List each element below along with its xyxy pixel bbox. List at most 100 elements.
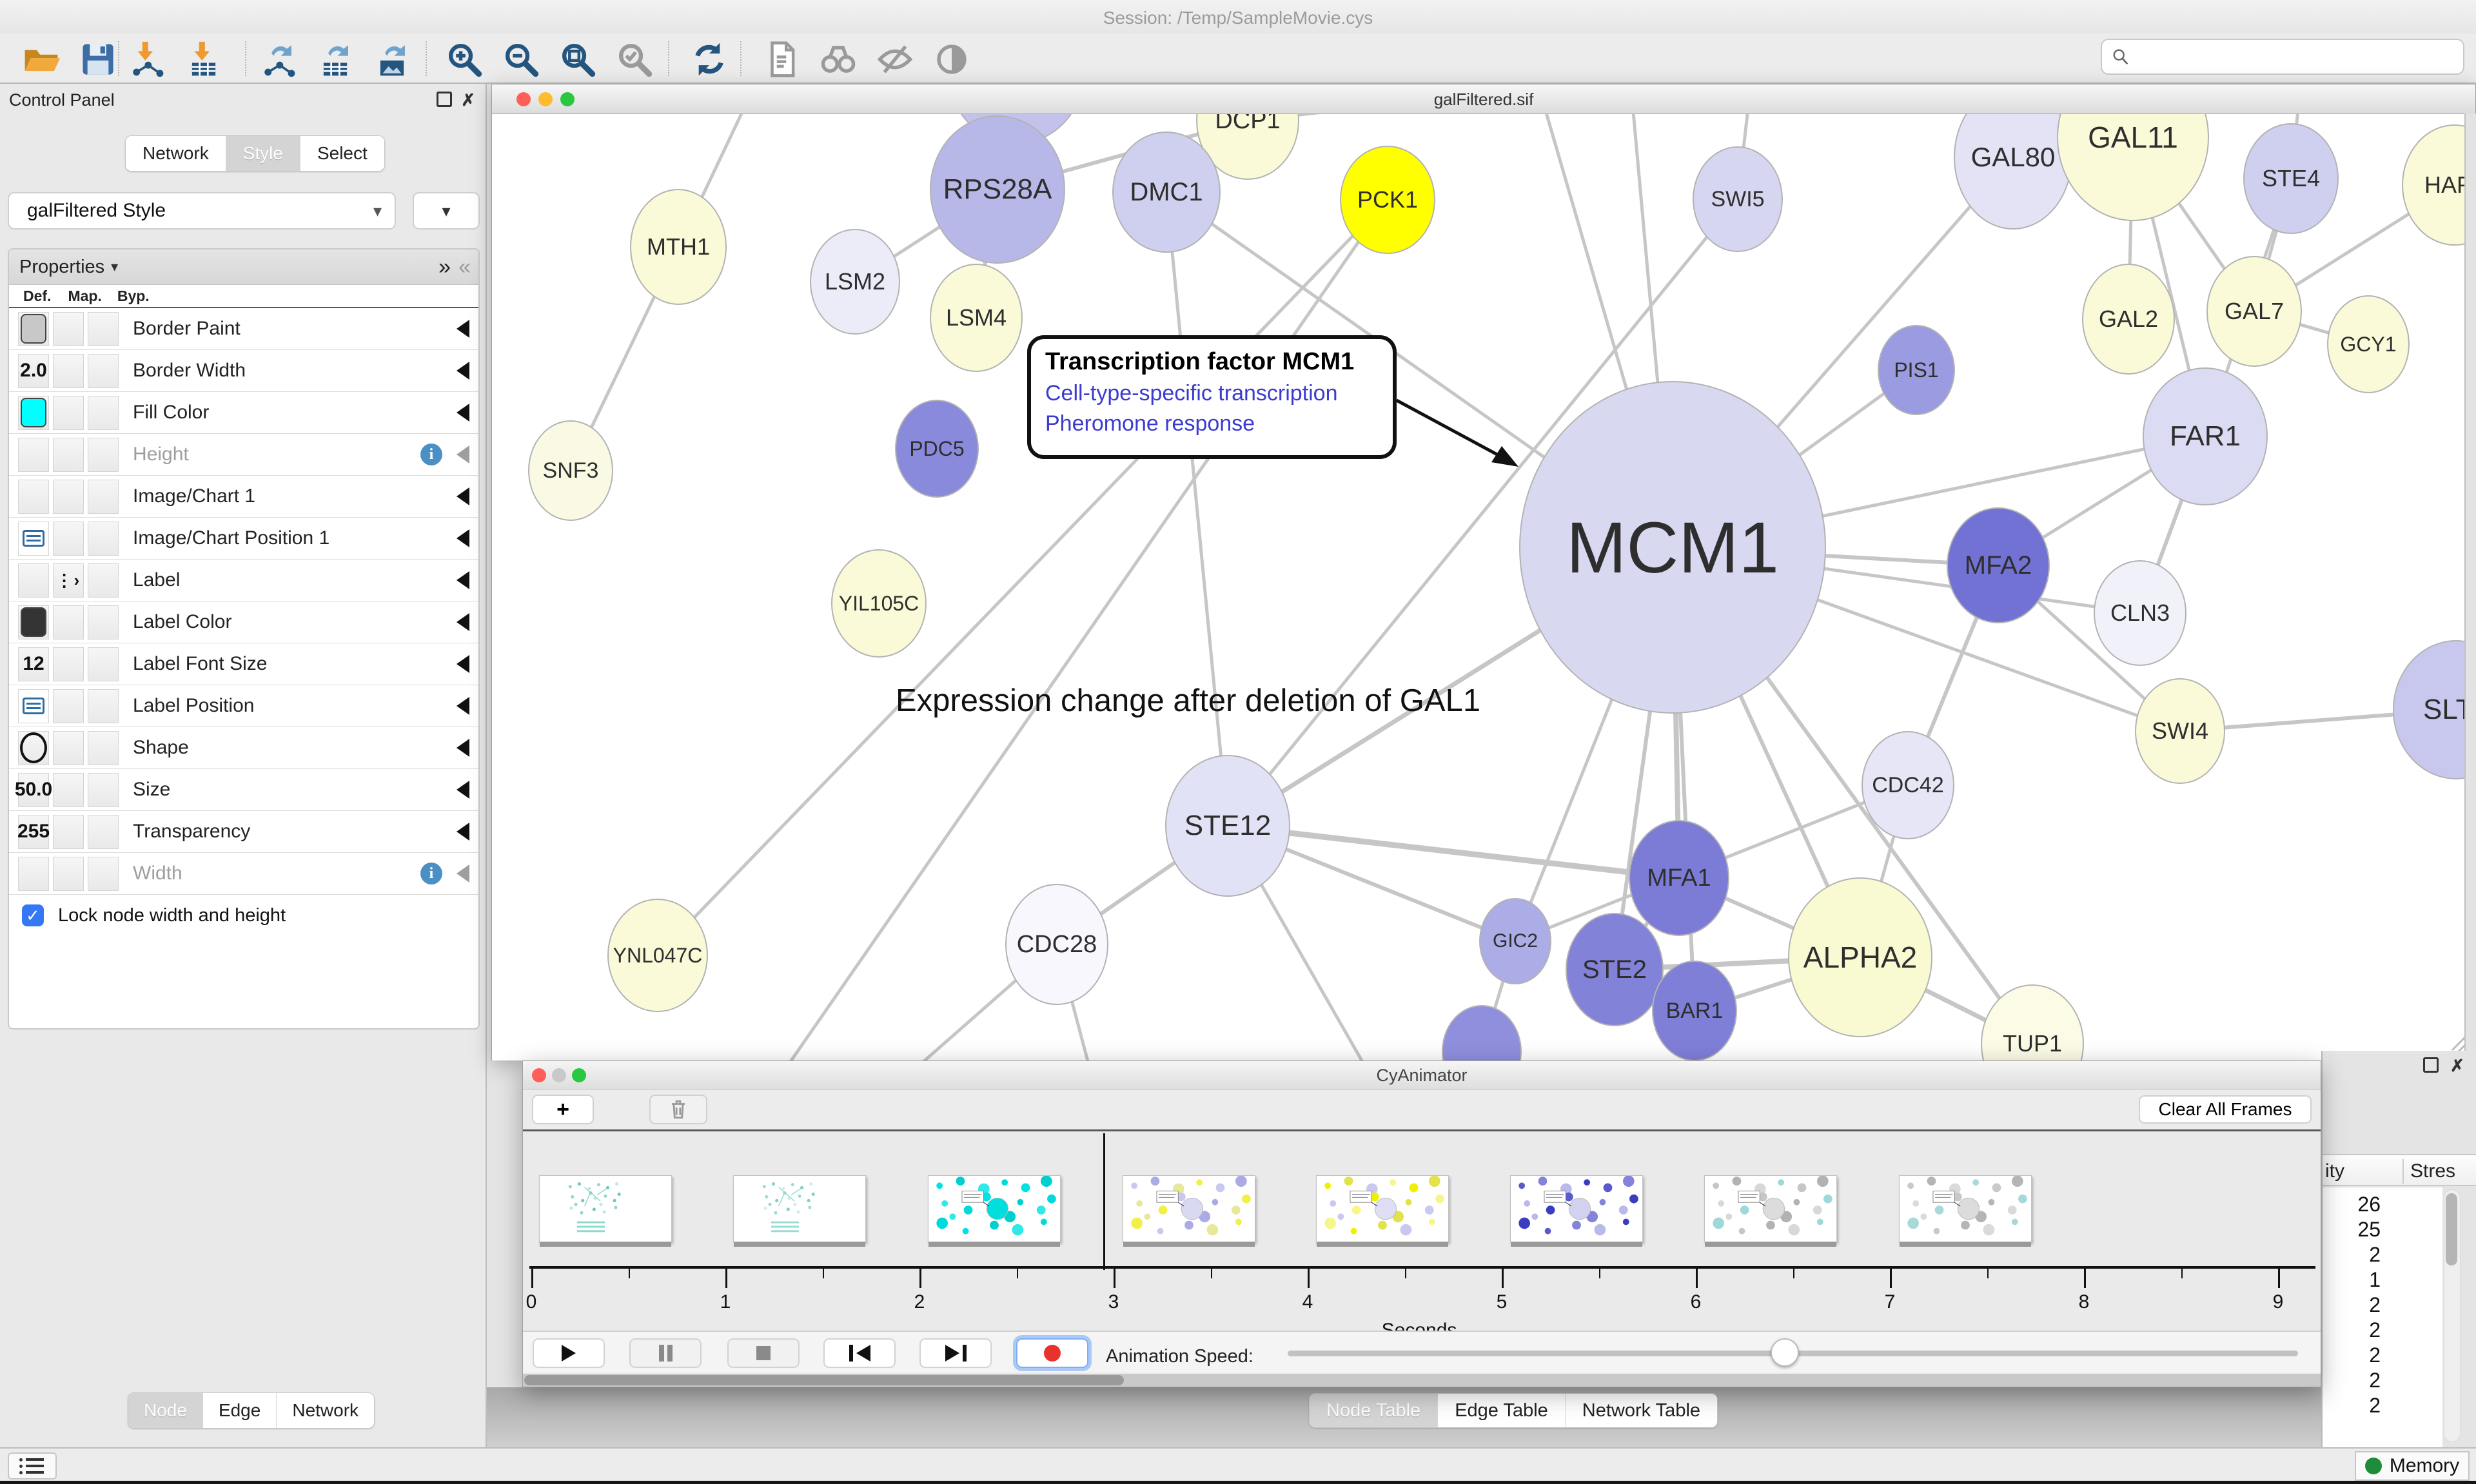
memory-button[interactable]: Memory bbox=[2355, 1451, 2470, 1481]
property-row-transparency[interactable]: 255Transparency bbox=[9, 811, 478, 853]
timeline-frame-4[interactable] bbox=[1316, 1175, 1449, 1242]
close-panel-icon[interactable]: ✗ bbox=[461, 92, 475, 108]
network-titlebar[interactable]: galFiltered.sif bbox=[492, 84, 2475, 114]
table-cell-value[interactable]: 2 bbox=[2323, 1293, 2381, 1317]
info-icon[interactable]: i bbox=[420, 863, 442, 884]
properties-header[interactable]: Properties ▾ » « bbox=[9, 249, 478, 285]
table-cell-value[interactable]: 2 bbox=[2323, 1343, 2381, 1367]
node-far1[interactable]: FAR1 bbox=[2143, 367, 2268, 505]
open-folder-button[interactable] bbox=[21, 39, 62, 80]
byp-cell[interactable] bbox=[88, 773, 119, 807]
node-mth1[interactable]: MTH1 bbox=[630, 189, 727, 305]
node-ste12[interactable]: STE12 bbox=[1165, 755, 1290, 897]
export-image-button[interactable] bbox=[371, 39, 413, 80]
table-scrollbar[interactable] bbox=[2444, 1189, 2461, 1442]
report-button[interactable] bbox=[761, 39, 802, 80]
tab-node-table[interactable]: Node Table bbox=[1310, 1394, 1438, 1427]
node-mcm1[interactable]: MCM1 bbox=[1519, 381, 1826, 714]
export-network-button[interactable] bbox=[258, 39, 299, 80]
timeline-frame-1[interactable] bbox=[733, 1175, 866, 1242]
byp-cell[interactable] bbox=[88, 396, 119, 430]
node-ste4[interactable]: STE4 bbox=[2243, 123, 2339, 234]
node-swi4[interactable]: SWI4 bbox=[2135, 678, 2225, 784]
table-cell-value[interactable]: 2 bbox=[2323, 1394, 2381, 1418]
byp-cell[interactable] bbox=[88, 857, 119, 891]
search-input[interactable] bbox=[2136, 46, 2463, 68]
network-caption[interactable]: Expression change after deletion of GAL1 bbox=[896, 683, 1480, 719]
tab-style[interactable]: Style bbox=[226, 136, 300, 171]
timeline-frame-5[interactable] bbox=[1510, 1175, 1643, 1242]
timeline-scrollbar[interactable] bbox=[523, 1374, 2321, 1387]
scrollbar-thumb[interactable] bbox=[524, 1375, 1124, 1385]
collapse-arrow-icon[interactable] bbox=[457, 697, 469, 715]
property-row-label[interactable]: ⋮›Label bbox=[9, 560, 478, 601]
pause-button[interactable] bbox=[629, 1338, 702, 1368]
def-cell[interactable] bbox=[18, 605, 49, 639]
zoom-fit-button[interactable] bbox=[557, 39, 598, 80]
node-alpha2[interactable]: ALPHA2 bbox=[1788, 877, 1932, 1037]
node-cdc28[interactable]: CDC28 bbox=[1005, 884, 1108, 1005]
expand-all-icon[interactable]: » bbox=[438, 255, 448, 280]
zoom-out-button[interactable] bbox=[500, 39, 542, 80]
timeline-frame-7[interactable] bbox=[1899, 1175, 2032, 1242]
map-cell[interactable] bbox=[53, 773, 84, 807]
table-cell-value[interactable]: 2 bbox=[2323, 1243, 2381, 1267]
save-button[interactable] bbox=[77, 39, 119, 80]
annotation-link-1[interactable]: Pheromone response bbox=[1045, 411, 1379, 436]
stop-button[interactable] bbox=[727, 1338, 800, 1368]
map-cell[interactable] bbox=[53, 857, 84, 891]
timeline-frame-6[interactable] bbox=[1704, 1175, 1837, 1242]
import-network-button[interactable] bbox=[126, 39, 168, 80]
map-cell[interactable] bbox=[53, 312, 84, 346]
node-swi5[interactable]: SWI5 bbox=[1693, 146, 1783, 252]
table-cell-value[interactable]: 2 bbox=[2323, 1369, 2381, 1392]
collapse-arrow-icon[interactable] bbox=[457, 571, 469, 589]
byp-cell[interactable] bbox=[88, 731, 119, 765]
def-cell[interactable] bbox=[18, 857, 49, 891]
property-row-label-position[interactable]: Label Position bbox=[9, 685, 478, 727]
node-cln3[interactable]: CLN3 bbox=[2094, 560, 2186, 666]
map-cell[interactable] bbox=[53, 689, 84, 723]
tab-edge[interactable]: Edge bbox=[203, 1393, 277, 1428]
collapse-arrow-icon[interactable] bbox=[457, 823, 469, 841]
collapse-all-icon[interactable]: « bbox=[458, 255, 468, 280]
byp-cell[interactable] bbox=[88, 354, 119, 388]
def-cell[interactable] bbox=[18, 563, 49, 598]
byp-cell[interactable] bbox=[88, 815, 119, 849]
info-icon[interactable]: i bbox=[420, 444, 442, 465]
collapse-arrow-icon[interactable] bbox=[457, 739, 469, 757]
map-cell[interactable] bbox=[53, 480, 84, 514]
timeline-playhead[interactable] bbox=[1103, 1133, 1105, 1270]
close-table-panel-icon[interactable]: ✗ bbox=[2450, 1057, 2464, 1074]
node-gal7[interactable]: GAL7 bbox=[2206, 256, 2302, 367]
node-pck1[interactable]: PCK1 bbox=[1340, 146, 1435, 254]
go-to-end-button[interactable] bbox=[919, 1338, 992, 1368]
node-gcy1[interactable]: GCY1 bbox=[2327, 295, 2410, 393]
node-lsm4[interactable]: LSM4 bbox=[930, 264, 1023, 372]
property-row-fill-color[interactable]: Fill Color bbox=[9, 392, 478, 434]
search-box[interactable] bbox=[2101, 39, 2464, 75]
node-yil105c[interactable]: YIL105C bbox=[831, 549, 927, 658]
def-cell[interactable] bbox=[18, 480, 49, 514]
float-panel-icon[interactable] bbox=[437, 92, 452, 110]
property-row-label-color[interactable]: Label Color bbox=[9, 601, 478, 643]
style-dropdown[interactable]: galFiltered Style ▾ bbox=[8, 192, 396, 229]
column-divider[interactable] bbox=[2402, 1159, 2404, 1184]
table-cell-value[interactable]: 2 bbox=[2323, 1318, 2381, 1342]
search-neighbors-button[interactable] bbox=[818, 39, 859, 80]
collapse-arrow-icon[interactable] bbox=[457, 445, 469, 464]
clear-all-frames-button[interactable]: Clear All Frames bbox=[2139, 1095, 2312, 1124]
collapse-arrow-icon[interactable] bbox=[457, 781, 469, 799]
property-row-image-chart-1[interactable]: Image/Chart 1 bbox=[9, 476, 478, 518]
map-cell[interactable]: ⋮› bbox=[53, 563, 84, 598]
tab-node[interactable]: Node bbox=[128, 1393, 203, 1428]
cyanimator-timeline[interactable]: Seconds 0123456789 bbox=[523, 1131, 2321, 1331]
annotation-link-0[interactable]: Cell-type-specific transcription bbox=[1045, 381, 1379, 406]
byp-cell[interactable] bbox=[88, 522, 119, 556]
byp-cell[interactable] bbox=[88, 312, 119, 346]
node-pdc5[interactable]: PDC5 bbox=[895, 400, 979, 498]
go-to-start-button[interactable] bbox=[823, 1338, 896, 1368]
collapse-arrow-icon[interactable] bbox=[457, 864, 469, 883]
tab-select[interactable]: Select bbox=[300, 136, 384, 171]
scrollbar-thumb[interactable] bbox=[2446, 1193, 2457, 1265]
